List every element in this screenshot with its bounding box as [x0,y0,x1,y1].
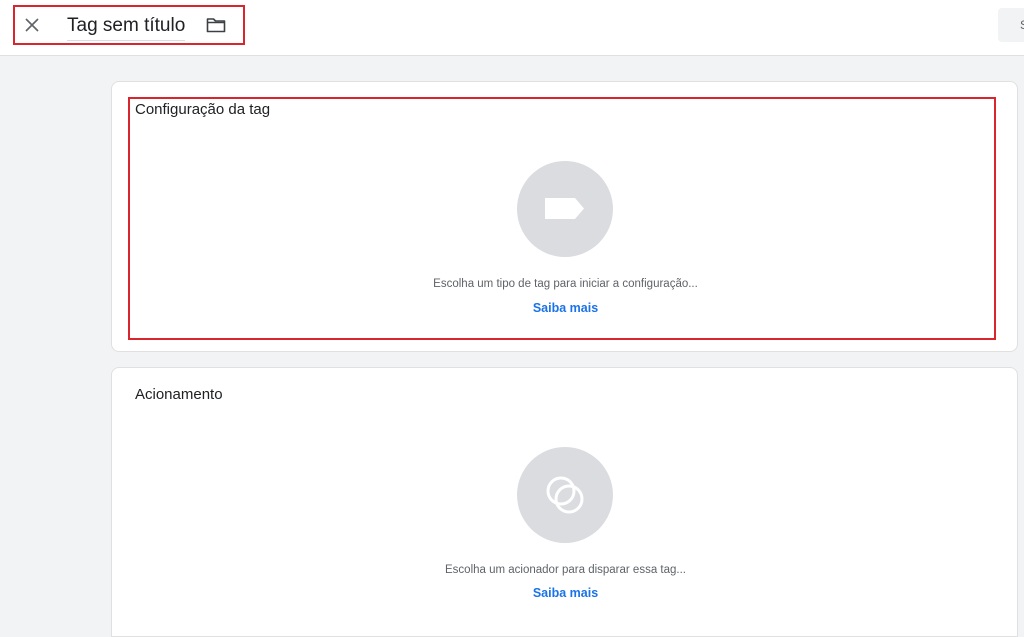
tag-icon [545,198,584,219]
folder-icon[interactable] [206,17,226,33]
tag-learn-more-link-row: Saiba mais [112,301,1019,315]
trigger-icon [546,476,584,514]
top-bar: Tag sem título Salvar [0,0,1024,56]
choose-trigger-button[interactable] [517,447,613,543]
tag-type-hint: Escolha um tipo de tag para iniciar a co… [433,278,698,290]
tag-name-title[interactable]: Tag sem título [67,14,186,41]
trigger-title: Acionamento [135,386,223,403]
choose-tag-type-button[interactable] [517,161,613,257]
save-button[interactable]: Salvar [998,8,1024,42]
tag-configuration-title: Configuração da tag [135,101,271,118]
trigger-card[interactable]: Acionamento Escolha um acionador para di… [111,367,1018,637]
trigger-hint: Escolha um acionador para disparar essa … [445,564,686,576]
tag-learn-more-link[interactable]: Saiba mais [533,301,598,315]
close-icon[interactable] [23,16,41,34]
trigger-learn-more-link[interactable]: Saiba mais [533,586,598,600]
tag-configuration-card[interactable]: Configuração da tag Escolha um tipo de t… [111,81,1018,352]
trigger-learn-more-link-row: Saiba mais [112,586,1019,600]
